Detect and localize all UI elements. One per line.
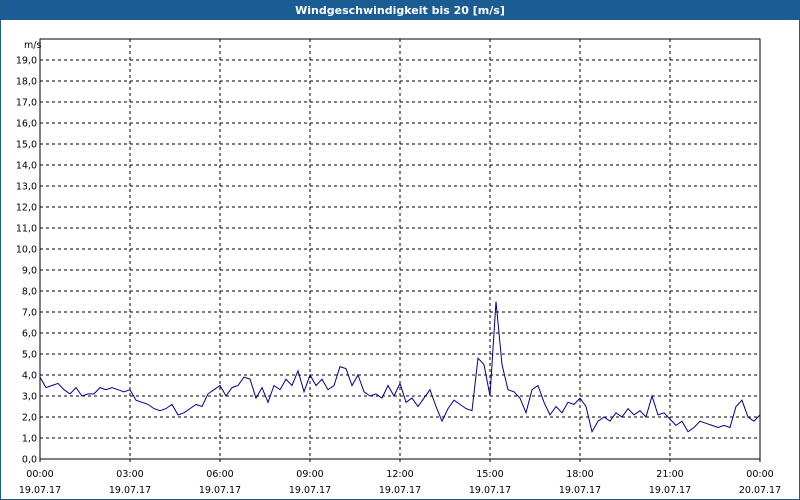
y-tick-label: 16,0 [16, 119, 37, 130]
y-tick-label: 5,0 [22, 350, 37, 361]
y-axis-ticks: 0,0 1,0 2,0 3,0 4,0 5,0 6,0 7,0 8,0 9,0 10,0 11,0 12… [16, 56, 37, 466]
y-tick-label: 19,0 [16, 56, 37, 67]
x-tick-date: 19.07.17 [199, 485, 241, 496]
x-axis-ticks: 00:00 19.07.17 03:00 19.07.17 06:00 19.07.17 0… [19, 459, 781, 496]
x-tick-date: 19.07.17 [379, 485, 421, 496]
x-tick-time: 09:00 [296, 469, 323, 480]
x-tick-time: 03:00 [116, 469, 143, 480]
y-tick-label: 4,0 [22, 371, 37, 382]
y-tick-label: 9,0 [22, 266, 37, 277]
y-tick-label: 11,0 [16, 224, 37, 235]
y-tick-label: 3,0 [22, 392, 37, 403]
x-tick-time: 06:00 [206, 469, 233, 480]
y-tick-label: 18,0 [16, 77, 37, 88]
x-tick-date: 19.07.17 [559, 485, 601, 496]
y-tick-label: 2,0 [22, 413, 37, 424]
chart-plot: 0,0 1,0 2,0 3,0 4,0 5,0 6,0 7,0 8,0 9,0 10,0 11,0 12… [16, 38, 781, 496]
y-tick-label: 12,0 [16, 203, 37, 214]
y-tick-label: 17,0 [16, 98, 37, 109]
y-tick-label: 10,0 [16, 245, 37, 256]
x-tick-time: 00:00 [746, 469, 773, 480]
x-tick-date: 19.07.17 [649, 485, 691, 496]
y-tick-label: 6,0 [22, 329, 37, 340]
y-axis-label: m/s [24, 40, 41, 51]
y-tick-label: 13,0 [16, 182, 37, 193]
y-tick-label: 15,0 [16, 140, 37, 151]
y-tick-label: 0,0 [22, 455, 37, 466]
x-tick-date: 19.07.17 [19, 485, 61, 496]
x-tick-date: 19.07.17 [289, 485, 331, 496]
x-tick-date: 20.07.17 [739, 485, 781, 496]
x-tick-time: 00:00 [26, 469, 53, 480]
x-tick-time: 18:00 [566, 469, 593, 480]
y-tick-label: 14,0 [16, 161, 37, 172]
x-tick-time: 15:00 [476, 469, 503, 480]
y-tick-label: 1,0 [22, 434, 37, 445]
x-tick-date: 19.07.17 [109, 485, 151, 496]
x-tick-time: 12:00 [386, 469, 413, 480]
y-tick-label: 7,0 [22, 308, 37, 319]
y-tick-label: 8,0 [22, 287, 37, 298]
x-tick-time: 21:00 [656, 469, 683, 480]
x-tick-date: 19.07.17 [469, 485, 511, 496]
